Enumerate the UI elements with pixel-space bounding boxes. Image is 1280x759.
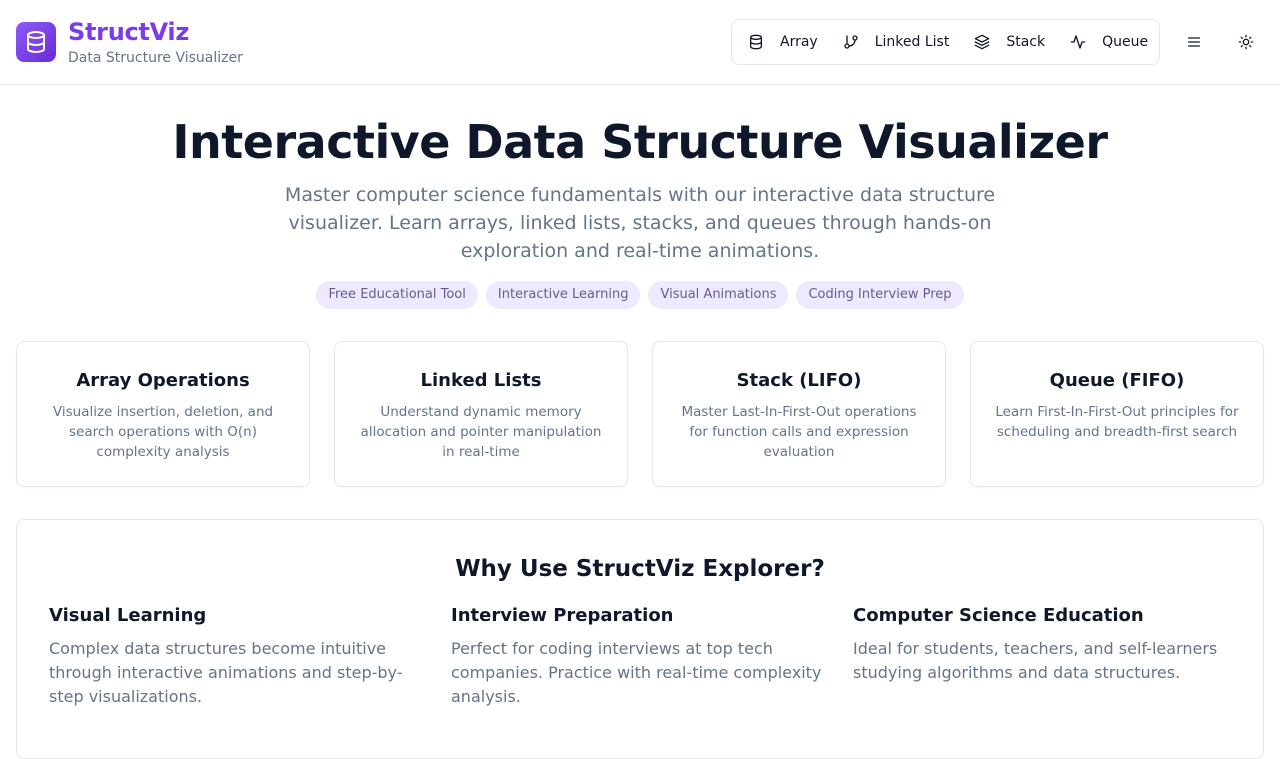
feature-cards: Array Operations Visualize insertion, de… <box>16 341 1264 487</box>
layers-icon <box>974 34 990 50</box>
card-linked-lists[interactable]: Linked Lists Understand dynamic memory a… <box>334 341 628 487</box>
card-title: Queue (FIFO) <box>1049 370 1185 391</box>
theme-toggle-button[interactable] <box>1232 28 1260 56</box>
column-description: Ideal for students, teachers, and self-l… <box>853 639 1218 682</box>
tag-list: Free Educational Tool Interactive Learni… <box>0 281 1280 309</box>
nav-item-label: Array <box>780 34 818 50</box>
column-title: Visual Learning <box>49 605 207 626</box>
column-description: Perfect for coding interviews at top tec… <box>451 639 822 706</box>
sun-icon <box>1238 34 1254 50</box>
card-description: Visualize insertion, deletion, and searc… <box>52 404 274 460</box>
nav-item-label: Linked List <box>874 34 950 50</box>
hero-description: Master computer science fundamentals wit… <box>284 184 996 262</box>
database-icon <box>27 31 45 53</box>
column-description: Complex data structures become intuitive… <box>49 639 403 706</box>
card-title: Linked Lists <box>420 370 542 391</box>
card-stack[interactable]: Stack (LIFO) Master Last-In-First-Out op… <box>652 341 946 487</box>
database-icon <box>750 34 762 50</box>
card-description: Understand dynamic memory allocation and… <box>360 404 602 460</box>
why-column-interview-prep: Interview Preparation Perfect for coding… <box>451 603 829 709</box>
why-column-visual-learning: Visual Learning Complex data structures … <box>49 603 427 709</box>
nav-item-label: Queue <box>1102 34 1149 50</box>
nav-item-array[interactable]: Array <box>740 26 826 58</box>
menu-icon <box>1188 37 1200 47</box>
why-section: Why Use StructViz Explorer? Visual Learn… <box>16 519 1264 759</box>
why-column-cs-education: Computer Science Education Ideal for stu… <box>853 603 1231 685</box>
tag-badge: Free Educational Tool <box>316 281 478 309</box>
tag-badge: Visual Animations <box>648 281 789 309</box>
nav-item-stack[interactable]: Stack <box>966 26 1053 58</box>
column-title: Interview Preparation <box>451 605 674 626</box>
logo[interactable] <box>16 22 56 62</box>
nav-item-label: Stack <box>1006 34 1046 50</box>
page-title: Interactive Data Structure Visualizer <box>172 115 1108 169</box>
nav-item-linked-list[interactable]: Linked List <box>835 26 958 58</box>
card-title: Stack (LIFO) <box>736 370 862 391</box>
git-branch-icon <box>844 35 858 49</box>
tag-badge: Interactive Learning <box>485 281 641 309</box>
main-nav: Array Linked List Stack Queue <box>731 19 1160 65</box>
brand-name[interactable]: StructViz <box>68 16 189 48</box>
card-description: Master Last-In-First-Out operations for … <box>681 404 917 460</box>
card-description: Learn First-In-First-Out principles for … <box>995 404 1239 440</box>
menu-button[interactable] <box>1180 28 1208 56</box>
nav-item-queue[interactable]: Queue <box>1062 26 1156 58</box>
column-title: Computer Science Education <box>853 605 1144 626</box>
card-title: Array Operations <box>76 370 250 391</box>
activity-icon <box>1070 35 1086 49</box>
card-queue[interactable]: Queue (FIFO) Learn First-In-First-Out pr… <box>970 341 1264 487</box>
tag-badge: Coding Interview Prep <box>796 281 964 309</box>
app-header: StructViz Data Structure Visualizer Arra… <box>0 0 1280 85</box>
brand-subtitle: Data Structure Visualizer <box>68 50 243 66</box>
card-array-operations[interactable]: Array Operations Visualize insertion, de… <box>16 341 310 487</box>
section-title: Why Use StructViz Explorer? <box>455 556 825 582</box>
